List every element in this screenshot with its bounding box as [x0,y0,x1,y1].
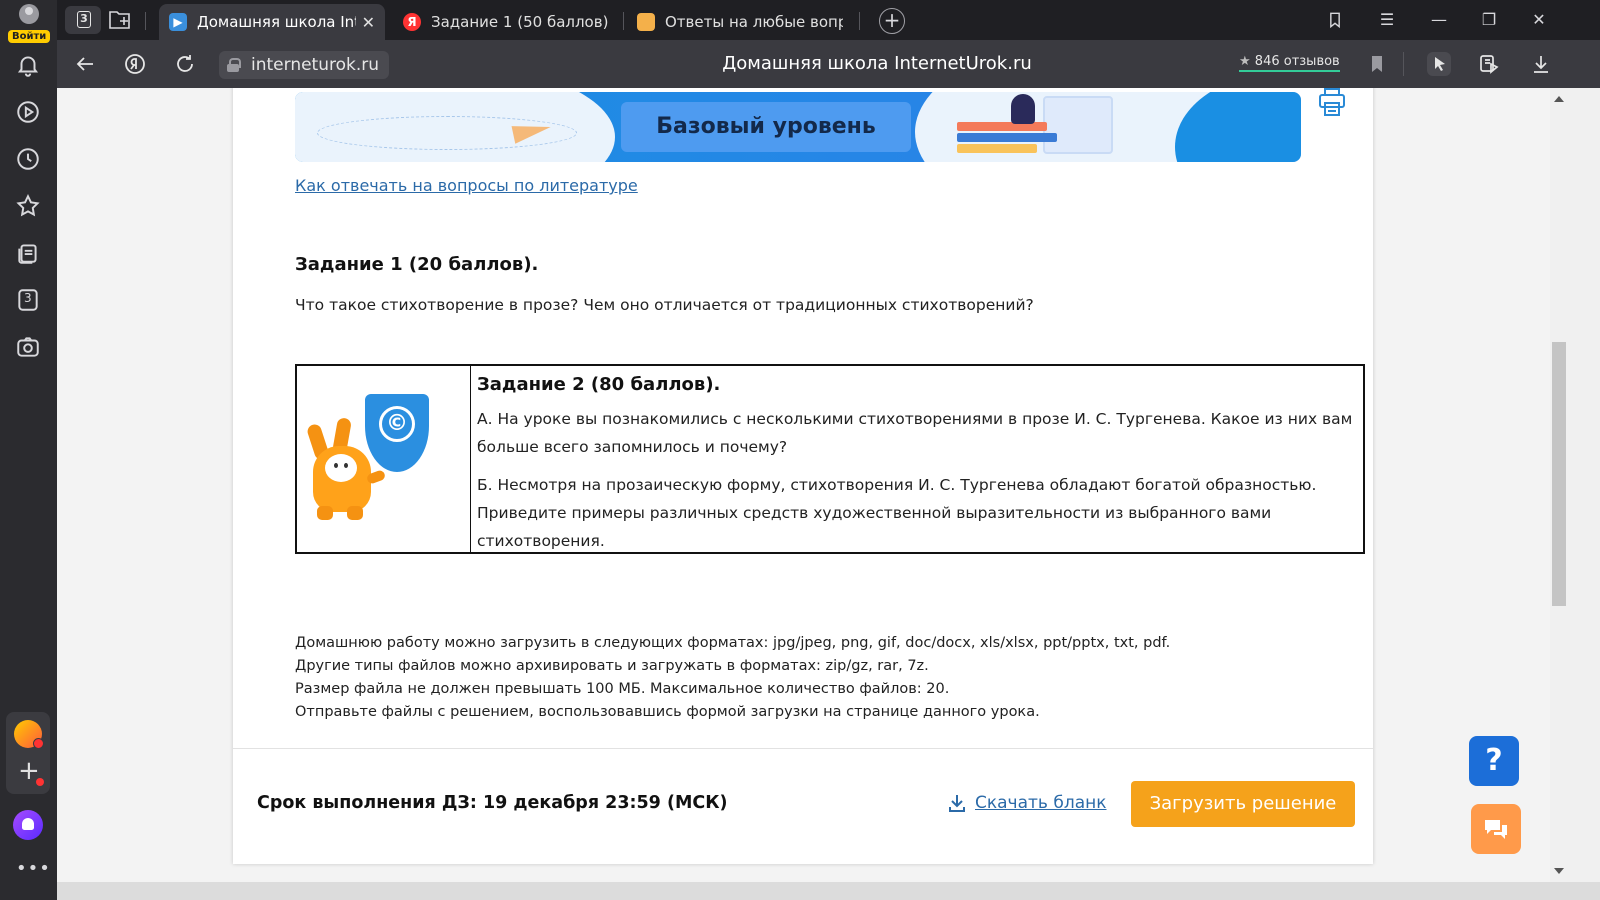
new-tab-group-icon[interactable] [107,8,133,32]
screenshot-icon[interactable] [15,334,41,360]
page-viewport: Базовый уровень Как отвечать на вопросы … [57,88,1550,900]
tab-strip: 3 ▶ Домашняя школа Interr ✕ Я Задание 1 … [57,0,1600,40]
close-window-icon[interactable]: ✕ [1525,8,1553,32]
deadline-text: Срок выполнения ДЗ: 19 декабря 23:59 (МС… [257,793,728,813]
url-field[interactable]: interneturok.ru [219,51,390,79]
yandex-favicon-icon: Я [403,13,421,31]
task2-part-b: Б. Несмотря на прозаическую форму, стихо… [477,476,1317,550]
download-form-link[interactable]: Скачать бланк [947,793,1107,813]
student-illustration [1011,94,1035,124]
back-icon[interactable] [73,52,97,76]
chat-icon [1485,820,1507,839]
tab-title: Ответы на любые вопросы [665,13,843,31]
minimize-icon[interactable]: — [1425,8,1453,32]
downloads-icon[interactable] [1529,52,1553,76]
menu-icon[interactable]: ☰ [1373,8,1401,32]
upload-info: Домашнюю работу можно загрузить в следую… [295,632,1170,724]
homework-footer: Срок выполнения ДЗ: 19 декабря 23:59 (МС… [233,748,1373,864]
copyright-icon: © [379,406,415,442]
alice-icon[interactable] [13,810,43,840]
tab-title: Домашняя школа Interr [197,13,356,31]
user-avatar-icon [19,4,39,24]
new-tab-button[interactable]: + [879,8,905,34]
books-illustration [957,122,1067,162]
help-button[interactable]: ? [1469,736,1519,786]
tab-count-value: 3 [77,11,91,28]
task1-title: Задание 1 (20 баллов). [295,254,539,275]
homework-card: Базовый уровень Как отвечать на вопросы … [233,88,1373,864]
lock-icon [227,58,241,72]
download-icon [949,795,965,812]
task2-table: © Задание 2 (80 баллов). А. На уроке вы … [295,364,1365,554]
play-icon[interactable] [15,99,41,125]
upload-info-line: Размер файла не должен превышать 100 МБ.… [295,681,950,697]
literature-help-link[interactable]: Как отвечать на вопросы по литературе [295,176,638,195]
apps-panel: + [6,712,50,794]
download-label: Скачать бланк [975,793,1107,813]
scroll-up-icon[interactable] [1554,96,1564,102]
bell-icon[interactable] [15,52,41,78]
scrollbar-thumb[interactable] [1552,342,1566,606]
task2-image-cell: © [297,366,471,552]
cursor-extension-icon[interactable] [1427,52,1451,76]
address-bar: interneturok.ru Домашняя школа InternetU… [57,40,1600,88]
reviews-text: 846 отзывов [1254,54,1340,69]
tab-title: Задание 1 (50 баллов). Зад [431,13,609,31]
copyright-mascot-illustration: © [303,394,433,534]
task1-text: Что такое стихотворение в прозе? Чем оно… [295,296,1034,314]
window-edge [1568,88,1600,882]
reviews-link[interactable]: ★ 846 отзывов [1239,54,1340,72]
tab-separator [623,12,624,30]
more-icon[interactable]: ••• [16,858,51,879]
toolbar-separator [1403,52,1404,76]
level-banner: Базовый уровень [295,92,1301,162]
reader-mode-icon[interactable] [1477,52,1501,76]
bookmarks-panel-icon[interactable] [1321,8,1349,32]
notification-dot [36,778,44,786]
page-scrollbar[interactable] [1550,88,1568,882]
collections-icon[interactable] [15,240,41,266]
browser-sidebar: Войти 3 + ••• [0,0,57,900]
tab-count-badge: 3 [24,291,32,305]
restore-icon[interactable]: ❐ [1475,8,1503,32]
task2-title: Задание 2 (80 баллов). [477,374,721,395]
bunny-foot [347,506,363,520]
tab-separator [145,12,146,30]
scroll-down-icon[interactable] [1554,868,1564,874]
task2-content: Задание 2 (80 баллов). А. На уроке вы по… [477,374,1357,565]
reload-icon[interactable] [173,52,197,76]
answers-favicon-icon [637,13,655,31]
shield-icon: © [365,394,429,472]
bookmark-icon[interactable] [1365,52,1389,76]
mail-icon[interactable] [14,720,44,749]
tab-count-button[interactable]: 3 [65,6,101,34]
tab-separator [859,12,860,30]
task2-part-a: А. На уроке вы познакомились с нескольки… [477,410,1353,456]
close-tab-icon[interactable]: ✕ [362,13,375,32]
upload-info-line: Другие типы файлов можно архивировать и … [295,658,929,674]
login-button[interactable]: Войти [8,4,51,43]
upload-solution-button[interactable]: Загрузить решение [1131,781,1355,827]
upload-info-line: Отправьте файлы с решением, воспользовав… [295,704,1040,720]
tab-interneturok[interactable]: ▶ Домашняя школа Interr ✕ [159,4,385,40]
star-icon: ★ [1239,54,1251,69]
history-icon[interactable] [15,146,41,172]
print-icon[interactable] [1317,88,1347,118]
tab-yandex-task[interactable]: Я Задание 1 (50 баллов). Зад [393,4,619,40]
yandex-home-icon[interactable] [123,52,147,76]
banner-label: Базовый уровень [621,102,911,152]
window-edge [57,882,1600,900]
bunny-face [325,454,357,482]
upload-info-line: Домашнюю работу можно загрузить в следую… [295,635,1171,651]
chat-button[interactable] [1471,804,1521,854]
tab-answers[interactable]: Ответы на любые вопросы [627,4,853,40]
bunny-foot [317,506,333,520]
url-text: interneturok.ru [251,55,380,75]
star-icon[interactable] [15,193,41,219]
tab-count-icon[interactable]: 3 [15,287,41,313]
interneturok-favicon-icon: ▶ [169,13,187,31]
page-title: Домашняя школа InternetUrok.ru [722,53,1032,74]
login-label: Войти [8,30,51,43]
